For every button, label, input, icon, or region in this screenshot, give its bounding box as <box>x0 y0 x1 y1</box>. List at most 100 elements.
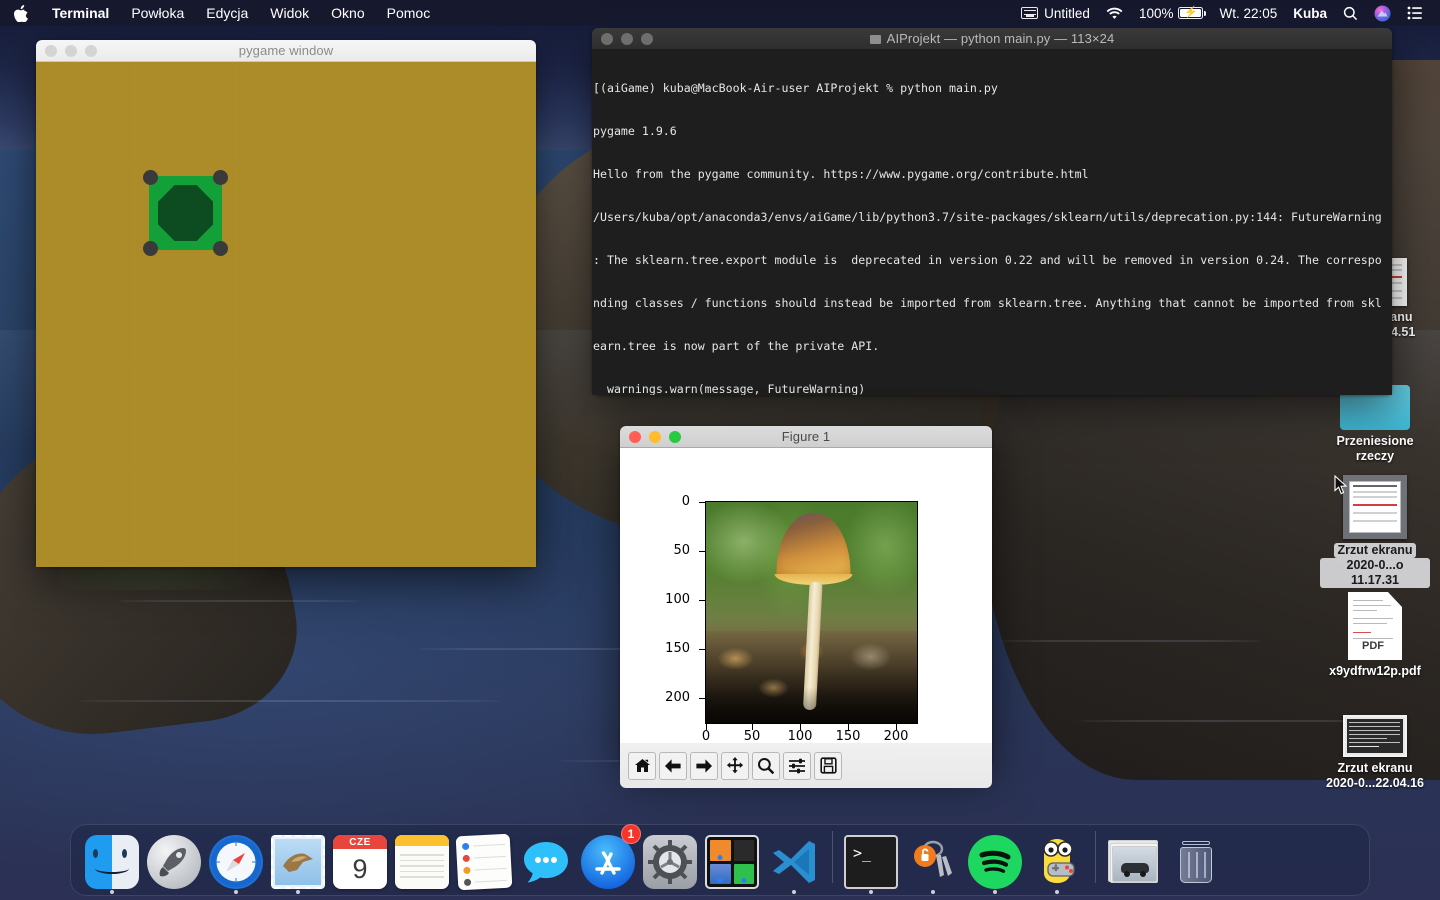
terminal-line: warnings.warn(message, FutureWarning) <box>593 381 866 395</box>
dock-item-downloads[interactable] <box>1103 827 1165 889</box>
grid-tile[interactable] <box>36 163 135 263</box>
figure-titlebar[interactable]: Figure 1 <box>620 426 992 448</box>
wifi-status-item[interactable] <box>1098 0 1131 26</box>
grid-tile[interactable] <box>437 264 536 365</box>
launchpad-icon <box>147 835 201 889</box>
home-icon <box>634 758 650 772</box>
menu-okno[interactable]: Okno <box>320 0 375 26</box>
battery-percent-label: 100% <box>1138 5 1174 21</box>
dock-item-messages[interactable] <box>515 827 577 889</box>
menu-terminal[interactable]: Terminal <box>41 0 120 26</box>
dock-item-mail[interactable] <box>267 827 329 894</box>
siri-status-item[interactable] <box>1366 0 1399 26</box>
grid-tile[interactable] <box>337 163 436 263</box>
dock-item-screens[interactable] <box>701 827 763 889</box>
user-status-item[interactable]: Kuba <box>1285 0 1335 26</box>
grid-tile[interactable] <box>337 264 436 365</box>
pygame-game-grid[interactable] <box>36 62 536 567</box>
dock-item-reminders[interactable] <box>453 827 515 891</box>
terminal-line: earn.tree is now part of the private API… <box>593 338 880 353</box>
dock-item-calendar[interactable]: CZE 9 <box>329 827 391 889</box>
image-plot-axes[interactable] <box>705 501 918 724</box>
grid-tile[interactable] <box>236 366 336 466</box>
control-center-status-item[interactable] <box>1399 0 1431 26</box>
figure-window[interactable]: Figure 1 0 50 100 150 200 0 50 100 150 2… <box>620 426 992 788</box>
y-tick-label: 200 <box>665 690 690 705</box>
running-indicator <box>296 890 300 894</box>
terminal-line: Hello from the pygame community. https:/… <box>593 166 1089 181</box>
grid-tile[interactable] <box>36 62 135 162</box>
pan-button[interactable] <box>721 751 749 780</box>
grid-tile[interactable] <box>36 467 135 567</box>
messages-bubble-icon <box>519 835 573 889</box>
clock-status-item[interactable]: Wt. 22:05 <box>1211 0 1285 26</box>
dock-item-emulator[interactable] <box>1026 827 1088 894</box>
desktop-icon-pdf-x9ydfrw12p[interactable]: PDF x9ydfrw12p.pdf <box>1320 592 1430 679</box>
grid-tile[interactable] <box>337 467 436 567</box>
home-button[interactable] <box>628 751 656 780</box>
dock-item-safari[interactable] <box>205 827 267 894</box>
grid-tile[interactable] <box>437 163 536 263</box>
grid-tile[interactable] <box>136 264 235 365</box>
dock-item-terminal[interactable]: >_ <box>840 827 902 894</box>
desktop-icon-label: Zrzut ekranu 2020-0...o 11.17.31 <box>1320 543 1430 588</box>
dock-item-notes[interactable] <box>391 827 453 889</box>
figure-canvas[interactable]: 0 50 100 150 200 0 50 100 150 200 <box>620 448 992 744</box>
grid-tile[interactable] <box>236 62 336 162</box>
grid-tile[interactable] <box>437 467 536 567</box>
siri-icon <box>1374 5 1391 21</box>
dock-item-finder[interactable] <box>81 827 143 894</box>
sliders-icon <box>789 758 805 773</box>
grid-tile[interactable] <box>136 467 235 567</box>
grid-tile[interactable] <box>36 264 135 365</box>
plant-corner-dot <box>143 170 159 186</box>
dock-item-trash[interactable] <box>1165 827 1227 889</box>
menu-widok[interactable]: Widok <box>259 0 320 26</box>
grid-tile[interactable] <box>36 366 135 466</box>
forward-button[interactable] <box>690 751 718 780</box>
back-button[interactable] <box>659 751 687 780</box>
menu-edycja[interactable]: Edycja <box>195 0 259 26</box>
menu-pomoc[interactable]: Pomoc <box>376 0 442 26</box>
dock-item-launchpad[interactable] <box>143 827 205 889</box>
grid-tile[interactable] <box>236 163 336 263</box>
save-button[interactable] <box>814 751 842 780</box>
y-tick-label: 50 <box>673 543 690 558</box>
grid-tile[interactable] <box>337 62 436 162</box>
dock-item-keychain-access[interactable] <box>902 827 964 894</box>
input-source-status-item[interactable]: Untitled <box>1013 0 1098 26</box>
grid-tile[interactable] <box>136 62 235 162</box>
dock-item-spotify[interactable] <box>964 827 1026 894</box>
apple-logo-icon[interactable] <box>0 4 41 22</box>
terminal-titlebar[interactable]: AIProjekt — python main.py — 113×24 <box>592 28 1392 50</box>
grid-tile[interactable] <box>136 366 235 466</box>
grid-tile[interactable] <box>437 62 536 162</box>
terminal-screenshot-thumbnail-icon <box>1343 715 1407 757</box>
terminal-output[interactable]: [(aiGame) kuba@MacBook-Air-user AIProjek… <box>592 50 1392 395</box>
configure-subplots-button[interactable] <box>783 751 811 780</box>
running-indicator <box>993 890 997 894</box>
battery-status-item[interactable]: 100% ⚡ <box>1131 0 1212 26</box>
pygame-window[interactable]: pygame window <box>36 40 536 567</box>
arrow-left-icon <box>665 758 681 773</box>
grid-tile[interactable] <box>236 467 336 567</box>
grid-tile-planted[interactable] <box>136 163 235 263</box>
spotlight-status-item[interactable] <box>1335 0 1366 26</box>
dock-item-vscode[interactable] <box>763 827 825 894</box>
pygame-window-title: pygame window <box>238 43 334 58</box>
grid-tile[interactable] <box>437 366 536 466</box>
pygame-titlebar[interactable]: pygame window <box>36 40 536 62</box>
search-icon <box>1343 6 1358 20</box>
dock-item-system-preferences[interactable] <box>639 827 701 889</box>
calendar-day-label: 9 <box>352 853 368 884</box>
menu-powloka[interactable]: Powłoka <box>120 0 195 26</box>
zoom-button[interactable] <box>752 751 780 780</box>
wallpaper-wave <box>120 600 360 602</box>
terminal-icon: >_ <box>844 835 898 889</box>
dock-item-app-store[interactable]: 1 <box>577 824 641 889</box>
grid-tile[interactable] <box>337 366 436 466</box>
grid-tile[interactable] <box>236 264 336 365</box>
terminal-line: /Users/kuba/opt/anaconda3/envs/aiGame/li… <box>593 209 1382 224</box>
terminal-window[interactable]: AIProjekt — python main.py — 113×24 [(ai… <box>592 28 1392 395</box>
desktop-icon-screenshot-220416[interactable]: Zrzut ekranu 2020-0...22.04.16 <box>1320 715 1430 791</box>
